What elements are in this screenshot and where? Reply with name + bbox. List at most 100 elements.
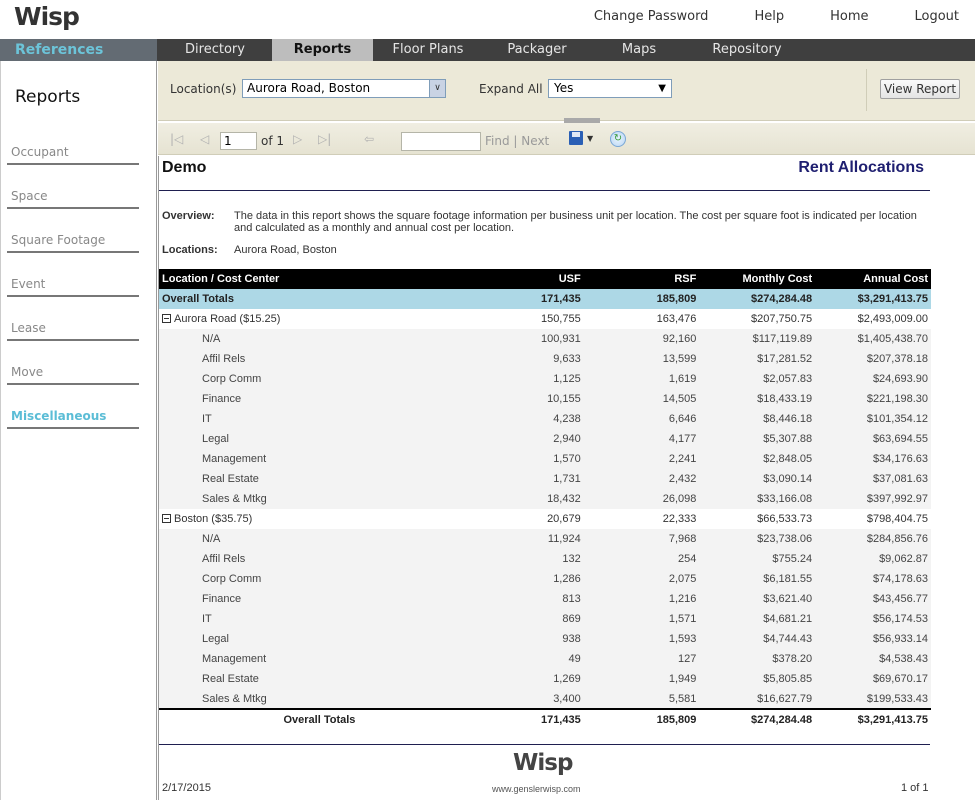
sidebar-item-lease[interactable]: Lease [7,317,139,341]
previous-page-icon[interactable]: ◁ [200,132,209,146]
sidebar-item-event[interactable]: Event [7,273,139,297]
cell-annual: $199,533.43 [815,689,931,709]
find-link[interactable]: Find [485,134,510,148]
change-password-link[interactable]: Change Password [594,9,709,24]
cell-monthly: $18,433.19 [699,389,816,409]
home-link[interactable]: Home [830,9,868,24]
param-divider [866,69,867,111]
cell-monthly: $33,166.08 [699,489,816,509]
logout-link[interactable]: Logout [914,9,959,24]
cell-monthly: $3,621.40 [699,589,816,609]
cell-usf: 1,731 [398,469,584,489]
tab-maps[interactable]: Maps [591,39,687,61]
table-row: Real Estate 1,731 2,432 $3,090.14 $37,081.63 [159,469,931,489]
table-row: Legal 938 1,593 $4,744.43 $56,933.14 [159,629,931,649]
report-title: Rent Allocations [798,159,924,176]
cell-usf: 11,924 [398,529,584,549]
report-toolbar: |◁ ◁ 1 of 1 ▷ ▷| ⇦ Find | Next ▼ ↻ [158,123,975,155]
sidebar-item-move[interactable]: Move [7,361,139,385]
collapse-toggle-icon[interactable] [162,514,171,523]
col-header-annual-cost: Annual Cost [815,269,931,289]
cell-monthly: $16,627.79 [699,689,816,709]
sidebar-item-space[interactable]: Space [7,185,139,209]
cell-label: Real Estate [159,469,399,489]
expand-all-select[interactable]: Yes ▼ [548,79,672,98]
cell-label: Corp Comm [159,569,399,589]
cell-label: Legal [159,629,399,649]
cell-monthly: $8,446.18 [699,409,816,429]
cell-label: IT [159,609,399,629]
cell-annual: $2,493,009.00 [815,309,931,329]
cell-annual: $69,670.17 [815,669,931,689]
export-save-icon[interactable] [569,131,583,145]
find-input[interactable] [401,132,481,151]
cell-usf: 2,940 [398,429,584,449]
sidebar-list: Occupant Space Square Footage Event Leas… [7,141,139,449]
page-number-input[interactable]: 1 [220,132,257,150]
first-page-icon[interactable]: |◁ [170,132,183,146]
next-page-icon[interactable]: ▷ [293,132,302,146]
tab-reports[interactable]: Reports [272,39,373,61]
cell-annual: $56,174.53 [815,609,931,629]
cell-rsf: 1,593 [583,629,700,649]
table-row: N/A 11,924 7,968 $23,738.06 $284,856.76 [159,529,931,549]
cell-annual: $101,354.12 [815,409,931,429]
cell-rsf: 2,432 [583,469,700,489]
sidebar-item-square-footage[interactable]: Square Footage [7,229,139,253]
next-link[interactable]: Next [521,134,549,148]
wisp-logo[interactable]: Wisp [14,2,80,31]
nav-section-references[interactable]: References [0,39,157,61]
tab-floor-plans[interactable]: Floor Plans [373,39,483,61]
cell-monthly: $3,090.14 [699,469,816,489]
back-icon[interactable]: ⇦ [364,132,374,146]
cell-label: IT [159,409,399,429]
cell-monthly: $755.24 [699,549,816,569]
cell-label: Finance [159,389,399,409]
tab-packager[interactable]: Packager [483,39,591,61]
cell-rsf: 5,581 [583,689,700,709]
cell-annual: $3,291,413.75 [815,289,931,309]
cell-label: Affil Rels [159,549,399,569]
cell-usf: 49 [398,649,584,669]
cell-annual: $798,404.75 [815,509,931,529]
cell-monthly: $23,738.06 [699,529,816,549]
cell-label: Boston ($35.75) [159,509,399,529]
table-row: Finance 10,155 14,505 $18,433.19 $221,198.30 [159,389,931,409]
cell-monthly: $66,533.73 [699,509,816,529]
location-label: Location(s) [170,82,237,96]
cell-usf: 18,432 [398,489,584,509]
cell-annual: $63,694.55 [815,429,931,449]
cell-label: Management [159,649,399,669]
tab-directory[interactable]: Directory [158,39,272,61]
cell-annual: $56,933.14 [815,629,931,649]
cell-rsf: 6,646 [583,409,700,429]
view-report-button[interactable]: View Report [880,79,960,99]
expand-all-label: Expand All [479,82,543,96]
cell-monthly: $274,284.48 [699,289,816,309]
tab-repository[interactable]: Repository [687,39,807,61]
cell-label: Overall Totals [159,289,399,309]
footer-rule [159,744,930,745]
cell-annual: $207,378.18 [815,349,931,369]
location-name: Aurora Road ($15.25) [174,313,281,325]
cell-rsf: 254 [583,549,700,569]
cell-label: Real Estate [159,669,399,689]
main-nav: References Directory Reports Floor Plans… [0,39,975,61]
sidebar-item-miscellaneous[interactable]: Miscellaneous [7,405,139,429]
cell-label: N/A [159,529,399,549]
help-link[interactable]: Help [754,9,784,24]
location-name: Boston ($35.75) [174,513,253,525]
export-dropdown-icon[interactable]: ▼ [587,134,593,143]
sidebar-item-occupant[interactable]: Occupant [7,141,139,165]
sidebar: Reports Occupant Space Square Footage Ev… [0,61,157,800]
refresh-icon[interactable]: ↻ [610,131,626,147]
cell-rsf: 1,216 [583,589,700,609]
cell-annual: $4,538.43 [815,649,931,669]
rent-allocation-table: Location / Cost Center USF RSF Monthly C… [159,269,931,729]
collapse-toggle-icon[interactable] [162,314,171,323]
last-page-icon[interactable]: ▷| [318,132,331,146]
cell-rsf: 22,333 [583,509,700,529]
location-dropdown-button[interactable]: ∨ [429,79,446,98]
location-select[interactable]: Aurora Road, Boston [242,79,446,98]
cell-rsf: 1,571 [583,609,700,629]
